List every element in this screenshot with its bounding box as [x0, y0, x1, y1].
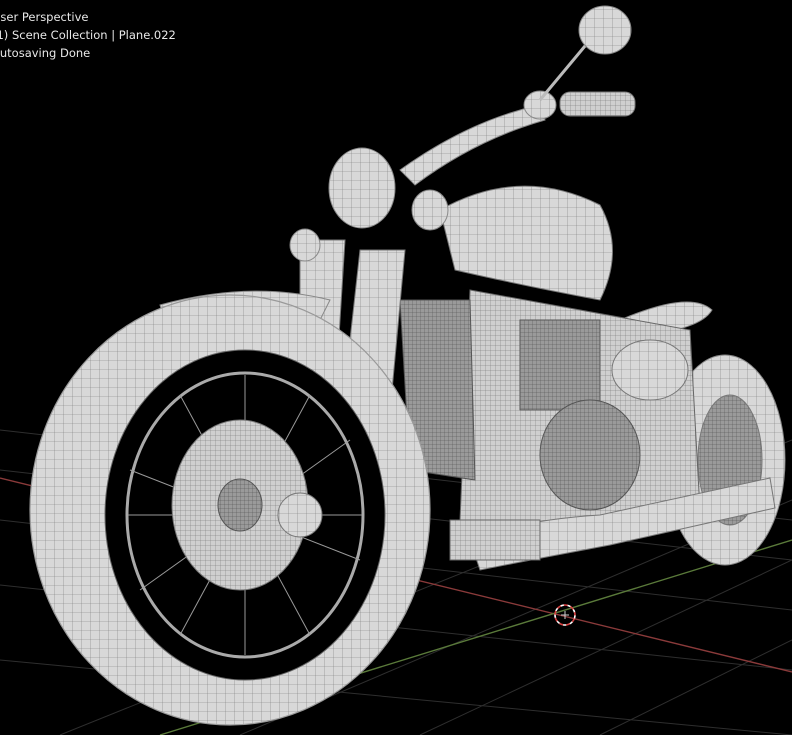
3d-viewport[interactable]: User Perspective (1) Scene Collection | …	[0, 0, 792, 735]
view-mode-label: User Perspective	[0, 10, 89, 24]
viewport-canvas[interactable]	[0, 0, 792, 735]
autosave-status: Autosaving Done	[0, 46, 91, 60]
viewport-info-overlay: User Perspective (1) Scene Collection | …	[0, 8, 176, 62]
active-object-label: (1) Scene Collection | Plane.022	[0, 28, 176, 42]
motorcycle-model[interactable]	[29, 5, 786, 726]
